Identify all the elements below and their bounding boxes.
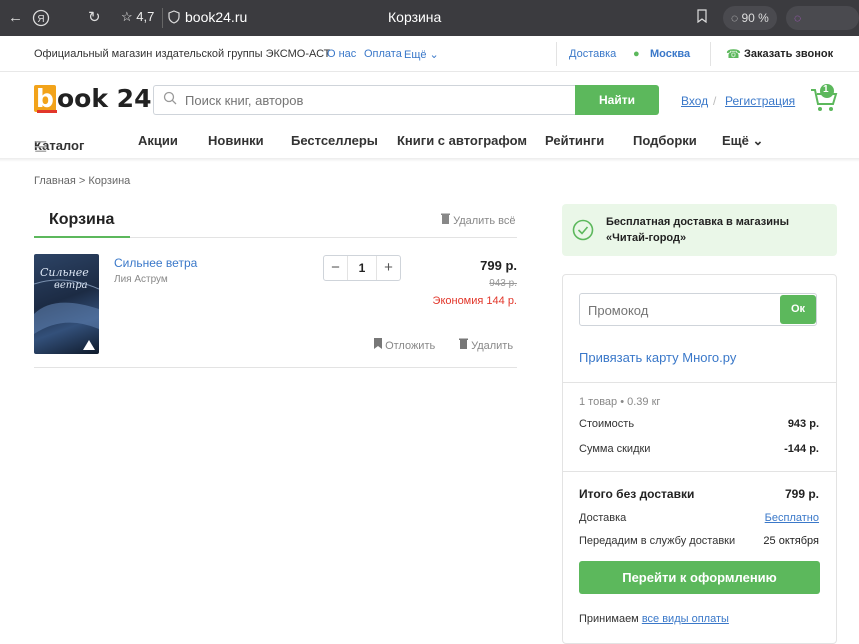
search-box [153,85,575,115]
quantity-stepper: − 1 + [323,255,401,281]
shipping-label: Доставка [579,512,627,524]
book-title-link[interactable]: Сильнее ветра [114,256,197,270]
divider [710,42,711,66]
menu-item-promotions[interactable]: Акции [138,133,178,148]
login-link[interactable]: Вход [681,94,708,108]
site-rating[interactable]: ☆ 4,7 [121,9,154,25]
decrease-quantity-button[interactable]: − [324,256,348,280]
checkout-button[interactable]: Перейти к оформлению [579,561,820,594]
hamburger-icon: ☰ [34,139,48,156]
site-logo[interactable]: b ook 24 [34,84,151,114]
chat-icon: ◌ [794,11,802,25]
main-menu: Каталог ☰ Акции Новинки Бестселлеры Книг… [0,128,859,156]
promo-apply-button[interactable]: Ок [780,295,816,324]
cart-tab-underline [34,236,130,238]
top-info-bar: Официальный магазин издательской группы … [0,36,859,72]
book-cover-image[interactable]: Сильнее ветра [34,254,99,354]
count-weight: 1 товар • 0.39 кг [579,396,661,408]
discount-label: Сумма скидки [579,443,651,455]
payment-link[interactable]: Оплата [364,48,402,60]
search-icon [163,91,177,105]
promo-code-input[interactable] [588,301,768,319]
free-delivery-banner: Бесплатная доставка в магазины «Читай-го… [562,204,837,256]
svg-text:ветра: ветра [54,280,88,291]
item-divider [34,367,517,368]
svg-text:Сильнее: Сильнее [40,266,89,279]
increase-quantity-button[interactable]: + [376,256,400,280]
postpone-button[interactable]: Отложить [374,338,435,352]
cart-icon[interactable]: 1 [809,82,839,114]
payment-note-prefix: Принимаем [579,613,639,625]
summary-divider [563,382,836,383]
menu-item-more[interactable]: Ещё ⌄ [722,133,763,149]
yandex-icon[interactable]: Я [32,9,50,32]
toolbar-divider [162,8,163,28]
check-circle-icon [572,219,594,241]
remove-label: Удалить [471,340,514,352]
more-dropdown[interactable]: Ещё ⌄ [404,48,439,61]
menu-item-bestsellers[interactable]: Бестселлеры [291,133,378,148]
bind-card-link[interactable]: Привязать карту Много.ру [579,350,736,365]
logo-text: ook 24 [57,84,152,113]
item-price: 799 р. [480,258,517,273]
total-label: Итого без доставки [579,487,695,501]
shield-icon[interactable] [168,10,180,29]
delete-all-button[interactable]: Удалить всё [441,213,515,227]
handover-date: 25 октября [763,535,819,547]
free-delivery-text: Бесплатная доставка в магазины «Читай-го… [606,216,790,244]
summary-divider [563,471,836,472]
divider [556,42,557,66]
browser-toolbar: ← Я ↻ ☆ 4,7 book24.ru Корзина ◌ 90 % ◌ С… [0,0,859,49]
city-selector[interactable]: Москва [650,48,690,60]
book-author[interactable]: Лия Аструм [114,274,168,285]
search-input[interactable] [185,90,565,110]
postpone-label: Отложить [385,340,436,352]
delete-all-label: Удалить всё [453,215,516,227]
menu-item-collections[interactable]: Подборки [633,133,697,148]
remove-item-button[interactable]: Удалить [459,338,513,352]
search-button[interactable]: Найти [575,85,659,115]
trash-icon [459,338,468,349]
discount-value: -144 р. [784,443,819,455]
breadcrumb[interactable]: Главная > Корзина [34,175,130,187]
total-value: 799 р. [784,487,819,501]
back-arrow-icon[interactable]: ← [8,9,23,27]
menu-item-ratings[interactable]: Рейтинги [545,133,604,148]
payment-note: Принимаем все виды оплаты [579,613,729,625]
register-link[interactable]: Регистрация [725,94,795,108]
cart-count-badge: 1 [823,84,829,95]
handover-label: Передадим в службу доставки [579,535,736,547]
svg-text:Я: Я [37,14,44,25]
location-pin-icon: ● [633,48,640,60]
bookmark-icon[interactable] [696,9,708,28]
ask-button[interactable]: ◌ Спросить [786,6,859,49]
logo-letter: b [34,85,56,112]
callback-link[interactable]: Заказать звонок [744,48,833,60]
menu-item-new[interactable]: Новинки [208,133,264,148]
menu-item-autographs[interactable]: Книги с автографом [397,133,527,148]
cost-value: 943 р. [787,418,819,430]
logo-underline [37,110,57,113]
zoom-icon: ◌ [731,11,742,25]
address-bar[interactable]: book24.ru [185,9,247,25]
shop-description: Официальный магазин издательской группы … [34,48,331,60]
quantity-value[interactable]: 1 [348,256,376,280]
payment-methods-link[interactable]: все виды оплаты [642,613,729,625]
zoom-indicator[interactable]: ◌ 90 % [723,6,777,30]
cart-heading: Корзина [49,211,115,228]
phone-icon: ☎ [726,47,741,61]
shipping-value-link[interactable]: Бесплатно [765,512,819,524]
item-old-price: 943 р. [489,278,517,289]
cost-label: Стоимость [579,418,635,430]
delivery-link[interactable]: Доставка [569,48,616,60]
zoom-value: 90 % [741,11,769,25]
reload-icon[interactable]: ↻ [88,9,101,27]
item-economy: Экономия 144 р. [432,295,517,307]
about-link[interactable]: О нас [327,48,356,60]
bookmark-icon [374,338,382,349]
trash-icon [441,213,450,224]
menu-shadow [0,158,859,162]
auth-separator: / [713,94,717,108]
page-title: Корзина [388,9,442,25]
